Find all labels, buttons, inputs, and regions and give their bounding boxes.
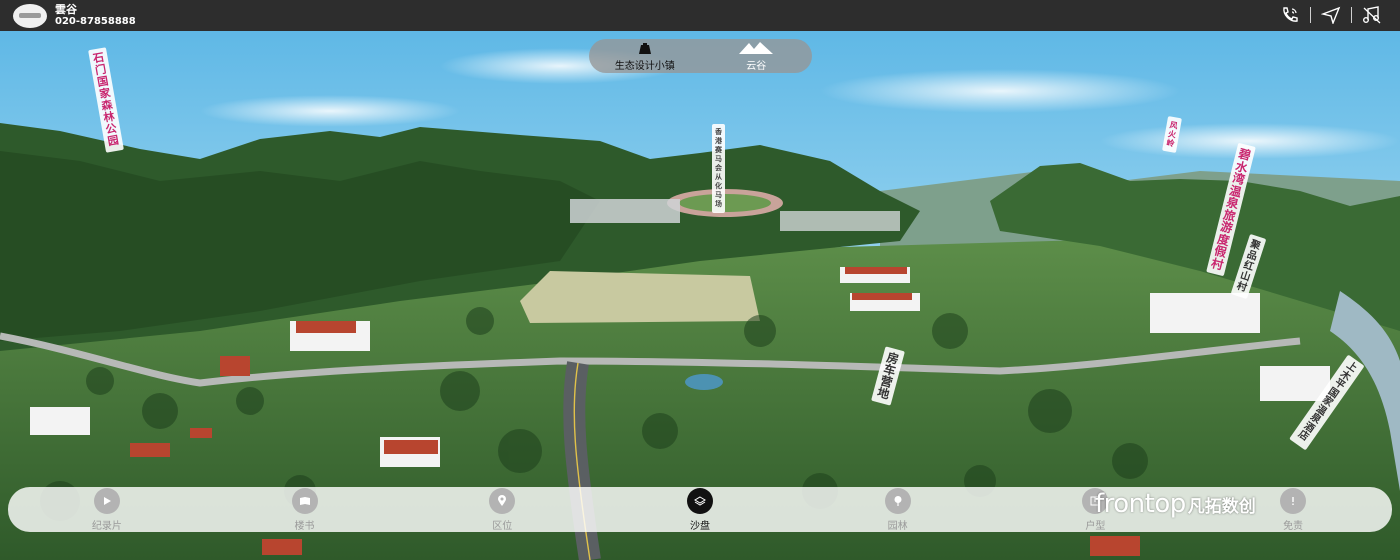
- nav-location[interactable]: 区位: [442, 487, 562, 532]
- watermark-en: frontop: [1095, 489, 1186, 519]
- book-icon: [291, 487, 318, 514]
- frontop-watermark: frontop 凡拓数创: [1095, 479, 1256, 529]
- nav-garden-label: 园林: [887, 520, 908, 532]
- scene-switcher: 生态设计小镇 云谷: [589, 39, 812, 73]
- switch-yungu-label: 云谷: [746, 60, 767, 72]
- bag-icon: [638, 42, 651, 54]
- play-icon: [93, 487, 120, 514]
- switch-yungu[interactable]: 云谷: [701, 39, 813, 73]
- map-label[interactable]: 香港赛马会从化马场: [712, 124, 725, 213]
- tree-icon: [884, 487, 911, 514]
- nav-sandbox-label: 沙盘: [689, 520, 710, 532]
- phone-icon[interactable]: [1280, 6, 1300, 24]
- switch-eco-town[interactable]: 生态设计小镇: [589, 39, 701, 73]
- disclaimer-icon: [1280, 487, 1307, 514]
- nav-location-label: 区位: [492, 520, 513, 532]
- nav-brochure[interactable]: 楼书: [245, 487, 365, 532]
- watermark-cn: 凡拓数创: [1187, 496, 1256, 517]
- nav-documentary[interactable]: 纪录片: [47, 487, 167, 532]
- nav-disclaimer-label: 免责: [1283, 520, 1304, 532]
- navigate-icon[interactable]: [1321, 6, 1341, 24]
- brand-logo[interactable]: [13, 3, 47, 28]
- top-actions: [1280, 6, 1382, 24]
- music-icon[interactable]: [1362, 6, 1382, 24]
- sandbox-icon: [686, 487, 713, 514]
- brand-info: 雲谷 020-87858888: [55, 2, 136, 28]
- separator: [1351, 7, 1352, 23]
- location-icon: [489, 487, 516, 514]
- top-bar: 雲谷 020-87858888: [0, 0, 1400, 31]
- brand-name: 雲谷: [55, 2, 77, 16]
- separator: [1310, 7, 1311, 23]
- nav-documentary-label: 纪录片: [91, 520, 122, 532]
- switch-eco-town-label: 生态设计小镇: [614, 60, 675, 72]
- nav-garden[interactable]: 园林: [838, 487, 958, 532]
- nav-brochure-label: 楼书: [294, 520, 315, 532]
- mountain-icon: [739, 41, 774, 54]
- nav-sandbox[interactable]: 沙盘: [640, 487, 760, 532]
- brand-phone: 020-87858888: [55, 15, 136, 27]
